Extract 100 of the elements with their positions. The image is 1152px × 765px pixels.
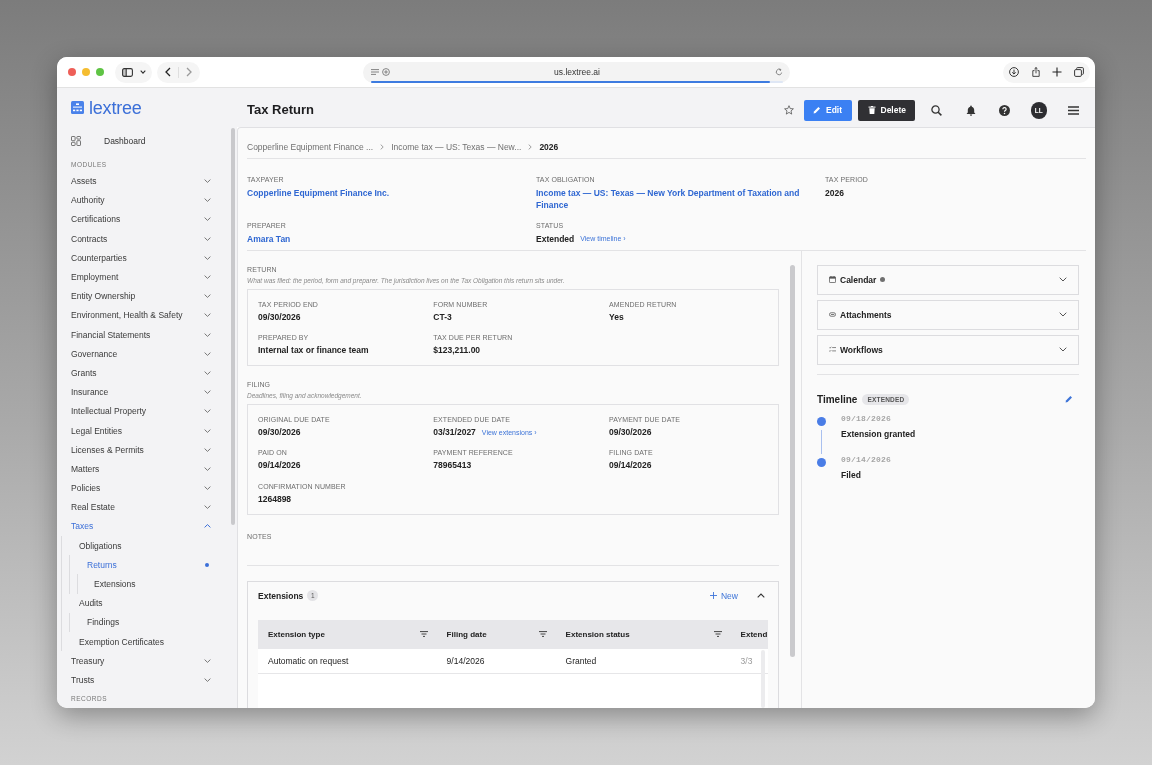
filter-icon[interactable]	[713, 631, 722, 638]
sidebar-toggle-button[interactable]	[115, 61, 152, 83]
field-value: 78965413	[433, 460, 472, 471]
sidebar-item[interactable]: Authority	[71, 190, 211, 210]
help-icon[interactable]	[999, 104, 1010, 116]
chevron-right-icon	[380, 144, 385, 150]
download-icon[interactable]	[1009, 67, 1019, 77]
table-cell: Automatic on request	[268, 655, 349, 666]
sidebar-item[interactable]: Taxes	[71, 516, 211, 537]
pencil-icon	[813, 106, 821, 115]
plus-circle-icon	[381, 68, 390, 76]
bell-icon[interactable]	[965, 104, 976, 116]
star-icon[interactable]	[784, 105, 794, 116]
column-header[interactable]: Extension status	[565, 629, 630, 639]
sidebar-icon	[122, 67, 133, 77]
breadcrumb-link[interactable]: Income tax — US: Texas — New...	[391, 142, 522, 152]
sidebar-item[interactable]: Exemption Certificates	[62, 632, 211, 652]
timeline-dot-icon	[817, 416, 826, 426]
sidebar-item[interactable]: Assets	[71, 171, 211, 191]
sidebar-item[interactable]: Insurance	[71, 382, 211, 402]
breadcrumb-link[interactable]: Copperline Equipment Finance ...	[247, 142, 374, 152]
field-link[interactable]: Amara Tan	[247, 233, 291, 245]
logo-icon	[71, 101, 84, 114]
reader-icon	[370, 69, 379, 75]
breadcrumb-current: 2026	[539, 142, 559, 152]
sidebar-item[interactable]: Grants	[71, 363, 211, 383]
sidebar-item[interactable]: Licenses & Permits	[71, 440, 211, 460]
filter-icon[interactable]	[419, 631, 428, 638]
sidebar-item[interactable]: Matters	[71, 459, 211, 479]
sidebar-item[interactable]: Environment, Health & Safety	[71, 305, 211, 325]
field-value: $123,211.00	[433, 344, 481, 355]
sidebar-item[interactable]: Entity Ownership	[71, 286, 211, 306]
link-icon	[829, 311, 836, 318]
chevron-right-icon	[528, 144, 533, 150]
edit-button[interactable]: Edit	[804, 99, 852, 121]
sidebar-item[interactable]: Findings	[70, 612, 211, 632]
section-title: Timeline	[817, 393, 858, 405]
delete-button[interactable]: Delete	[857, 99, 915, 121]
column-header[interactable]: Filing date	[446, 629, 487, 639]
sidebar-item[interactable]: Legal Entities	[71, 420, 211, 441]
chevron-left-icon[interactable]	[165, 67, 171, 77]
field-link[interactable]: Income tax — US: Texas — New York Department of Taxation and Finance	[536, 187, 804, 211]
field-value: Yes	[609, 311, 624, 322]
field-value: 09/30/2026	[258, 427, 301, 437]
sidebar-item[interactable]: Counterparties	[71, 248, 211, 268]
table-cell: 9/14/2026	[446, 655, 485, 666]
address-bar[interactable]: us.lextree.ai	[362, 61, 790, 83]
pencil-icon[interactable]	[1065, 395, 1073, 404]
accordion-header[interactable]: Attachments	[817, 299, 1079, 330]
search-icon[interactable]	[930, 104, 942, 116]
sidebar-item[interactable]: Contracts	[71, 229, 211, 249]
event-date: 09/18/2026	[841, 414, 892, 425]
brand-name: lextree	[89, 97, 142, 118]
accordion-header[interactable]: Workflows	[817, 334, 1079, 365]
sidebar-item[interactable]: Returns	[70, 555, 211, 575]
share-icon[interactable]	[1030, 67, 1041, 77]
sidebar-item[interactable]: Obligations	[62, 536, 211, 556]
chevron-up-icon[interactable]	[757, 593, 765, 599]
plus-icon[interactable]	[1052, 67, 1063, 77]
field-value: 03/31/2027	[433, 427, 476, 437]
field-link[interactable]: Copperline Equipment Finance Inc.	[247, 187, 390, 199]
field-value: 09/30/2026	[609, 427, 652, 437]
sidebar-item[interactable]: Financial Statements	[71, 325, 211, 345]
sidebar-item[interactable]: Governance	[71, 344, 211, 364]
column-header[interactable]: Extend	[740, 629, 768, 639]
sidebar-item[interactable]: Audits	[62, 593, 211, 613]
sidebar-item[interactable]: Extensions	[78, 574, 211, 594]
scrollbar-thumb[interactable]	[231, 128, 235, 525]
menu-icon[interactable]	[1067, 105, 1079, 115]
sidebar-item[interactable]: Trusts	[71, 670, 211, 690]
panel-title: Extensions	[258, 590, 304, 601]
close-window-icon[interactable]	[68, 68, 76, 76]
table-cell: Granted	[565, 655, 597, 666]
plus-icon	[710, 592, 717, 600]
table-cell: 3/3	[740, 655, 753, 666]
scrollbar-thumb[interactable]	[790, 264, 795, 657]
field-value: 1264898	[258, 493, 292, 504]
accordion-header[interactable]: Calendar	[817, 264, 1079, 295]
field-value: Extended	[536, 233, 575, 245]
sidebar-item[interactable]: Intellectual Property	[71, 401, 211, 421]
reload-icon[interactable]	[774, 68, 783, 76]
event-title: Extension granted	[841, 429, 916, 441]
sidebar-item[interactable]: Dashboard	[71, 130, 211, 151]
new-button[interactable]: New	[710, 590, 738, 601]
sidebar-item[interactable]: Treasury	[71, 651, 211, 671]
chevron-right-icon[interactable]	[186, 67, 192, 77]
column-header[interactable]: Extension type	[268, 629, 325, 639]
sidebar-item[interactable]: Policies	[71, 478, 211, 498]
trash-icon	[867, 106, 876, 115]
event-title: Filed	[841, 469, 862, 481]
calendar-icon	[829, 276, 836, 283]
event-date: 09/14/2026	[841, 454, 891, 465]
tabs-icon[interactable]	[1073, 67, 1084, 77]
timeline-connector	[820, 429, 823, 454]
field-value: 09/30/2026	[258, 311, 301, 322]
grid-icon	[71, 135, 81, 146]
filter-icon[interactable]	[538, 631, 547, 638]
sidebar-item[interactable]: Certifications	[71, 209, 211, 230]
sidebar-item[interactable]: Employment	[71, 267, 211, 287]
sidebar-item[interactable]: Real Estate	[71, 497, 211, 517]
